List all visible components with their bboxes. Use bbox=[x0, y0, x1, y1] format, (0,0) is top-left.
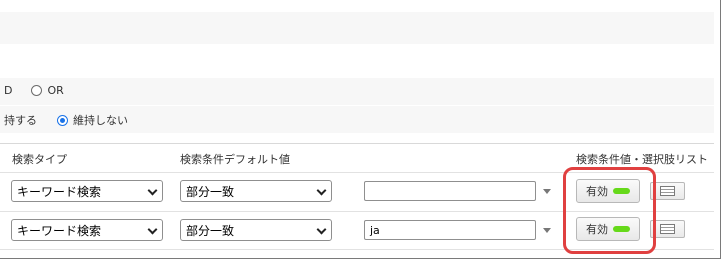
search-type-select[interactable]: キーワード検索 bbox=[11, 219, 163, 241]
search-type-value: キーワード検索 bbox=[17, 184, 102, 199]
highlight-annotation bbox=[563, 167, 656, 254]
header-default-condition: 検索条件デフォルト値 bbox=[180, 153, 290, 166]
retain-row: 持する 維持しない bbox=[4, 112, 128, 128]
no-retain-radio[interactable] bbox=[57, 114, 68, 126]
search-type-value: キーワード検索 bbox=[17, 223, 102, 238]
header-search-type: 検索タイプ bbox=[12, 153, 67, 166]
match-mode-row: D OR bbox=[4, 84, 64, 97]
chevron-down-icon bbox=[316, 224, 327, 235]
dropdown-arrow-icon[interactable] bbox=[543, 189, 551, 194]
chevron-down-icon bbox=[316, 185, 327, 196]
condition-value: 部分一致 bbox=[186, 223, 235, 238]
options-divider bbox=[0, 105, 714, 106]
condition-select[interactable]: 部分一致 bbox=[180, 180, 332, 202]
value-text: ja bbox=[370, 223, 380, 237]
condition-select[interactable]: 部分一致 bbox=[180, 219, 332, 241]
or-label: OR bbox=[47, 84, 64, 97]
search-type-select[interactable]: キーワード検索 bbox=[11, 180, 163, 202]
retain-label: 持する bbox=[4, 114, 37, 127]
list-icon bbox=[660, 224, 675, 234]
value-combo-input[interactable]: ja bbox=[364, 220, 536, 240]
header-values-options: 検索条件値・選択肢リスト bbox=[576, 153, 708, 166]
or-radio[interactable] bbox=[31, 85, 43, 96]
condition-value: 部分一致 bbox=[186, 184, 235, 199]
value-combo-input[interactable] bbox=[364, 181, 536, 201]
no-retain-label: 維持しない bbox=[73, 114, 128, 127]
section-band-top bbox=[0, 12, 714, 44]
header-divider bbox=[0, 143, 714, 144]
chevron-down-icon bbox=[147, 185, 158, 196]
list-icon bbox=[660, 186, 675, 196]
settings-panel: D OR 持する 維持しない 検索タイプ 検索条件デフォルト値 検索条件値・選択… bbox=[0, 0, 721, 259]
match-mode-label-partial: D bbox=[4, 84, 13, 97]
chevron-down-icon bbox=[147, 224, 158, 235]
dropdown-arrow-icon[interactable] bbox=[543, 228, 551, 233]
